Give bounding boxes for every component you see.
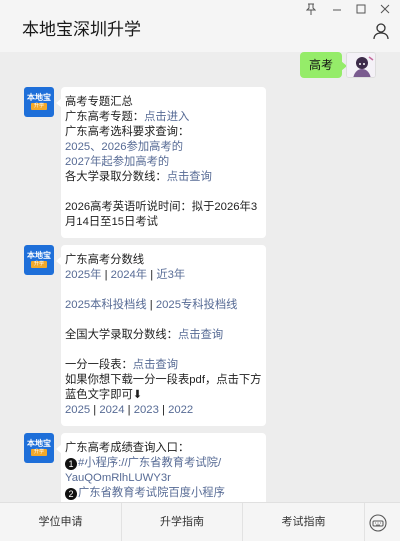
message-text: | [90, 404, 100, 416]
message-link[interactable]: 2025本科投档线 [65, 299, 147, 311]
chat-title: 本地宝深圳升学 [22, 20, 141, 39]
message-text: 全国大学录取分数线： [65, 329, 178, 341]
message-line: 广东高考分数线 [65, 253, 266, 268]
message-link[interactable]: 2024 [99, 404, 124, 416]
message-link[interactable]: #小程序://广东省教育考试院/ [78, 457, 221, 469]
message-link[interactable]: 2023 [134, 404, 159, 416]
message-text: 广东高考专题： [65, 111, 145, 123]
chat-area[interactable]: 高考 本地宝 升学 高考专题汇总 广东高考专题：点击进入 广东高考选科要求查询： 20… [0, 52, 400, 502]
message-link[interactable]: 2025、2026参加高考的 [65, 141, 183, 153]
message-line: 全国大学录取分数线：点击查询 [65, 328, 266, 343]
message-bubble[interactable]: 广东高考成绩查询入口： 1 #小程序://广东省教育考试院/YauQOmRlhLUW… [61, 433, 266, 502]
sent-message-bubble[interactable]: 高考 [299, 52, 342, 78]
message-text: 广东高考选科要求查询： [65, 126, 190, 138]
message-link[interactable]: YauQOmRlhLUWY3r [65, 472, 171, 484]
keyboard-toggle-icon[interactable] [368, 513, 388, 533]
message-text: 广东高考分数线 [65, 254, 145, 266]
menu-item-admission-guide[interactable]: 升学指南 [122, 503, 242, 541]
message-text: 广东高考成绩查询入口： [65, 442, 190, 454]
message-line: 广东高考成绩查询入口： [65, 441, 266, 456]
message-line: 各大学录取分数线：点击查询 [65, 170, 266, 185]
close-icon[interactable] [374, 2, 396, 20]
message-line: YauQOmRlhLUWY3r [65, 471, 266, 486]
message-line: 如果你想下载一分一段表pdf，点击下方 [65, 373, 266, 388]
bottom-menu: 学位申请 升学指南 考试指南 [0, 502, 400, 541]
message-link[interactable]: 2027年起参加高考的 [65, 156, 169, 168]
menu-item-exam-guide[interactable]: 考试指南 [243, 503, 364, 541]
number-badge-icon: 1 [65, 458, 77, 470]
menu-item-degree-application[interactable]: 学位申请 [0, 503, 121, 541]
message-link[interactable]: 2025年 [65, 269, 101, 281]
message-line: 2027年起参加高考的 [65, 155, 266, 170]
maximize-icon[interactable] [350, 2, 372, 20]
message-line: 2025本科投档线 | 2025专科投档线 [65, 298, 266, 313]
user-avatar[interactable] [346, 52, 376, 78]
bot-avatar[interactable]: 本地宝 升学 [24, 87, 54, 117]
message-bubble[interactable]: 高考专题汇总 广东高考专题：点击进入 广东高考选科要求查询： 2025、2026参加高… [61, 87, 266, 238]
message-text: 2026高考英语听说时间：拟于2026年3 [65, 201, 258, 213]
message-link[interactable]: 点击查询 [178, 329, 223, 341]
message-link[interactable]: 2024年 [111, 269, 147, 281]
message-text: 蓝色文字即可⬇ [65, 389, 143, 401]
message-text: 一分一段表： [65, 359, 133, 371]
message-link[interactable]: 近3年 [156, 269, 185, 281]
pin-icon[interactable] [300, 2, 322, 20]
message-text: | [158, 404, 169, 416]
bot-avatar[interactable]: 本地宝 升学 [24, 433, 54, 463]
message-text: | [101, 269, 111, 281]
message-line: 蓝色文字即可⬇ [65, 388, 266, 403]
message-line: 2025年 | 2024年 | 近3年 [65, 268, 266, 283]
message-text: 月14日至15日考试 [65, 216, 158, 228]
bot-avatar[interactable]: 本地宝 升学 [24, 245, 54, 275]
minimize-icon[interactable] [326, 2, 348, 20]
title-bar: 本地宝深圳升学 [0, 0, 400, 52]
message-line: 广东高考专题：点击进入 [65, 110, 266, 125]
message-link[interactable]: 2022 [168, 404, 193, 416]
message-link[interactable]: 2025 [65, 404, 90, 416]
message-text: | [146, 299, 156, 311]
message-link[interactable]: 点击查询 [167, 171, 212, 183]
message-line: 一分一段表：点击查询 [65, 358, 266, 373]
message-line: 2025、2026参加高考的 [65, 140, 266, 155]
message-text: 如果你想下载一分一段表pdf，点击下方 [65, 374, 262, 386]
message-line: 广东高考选科要求查询： [65, 125, 266, 140]
message-link[interactable]: 点击查询 [133, 359, 178, 371]
message-line: 2025 | 2024 | 2023 | 2022 [65, 403, 266, 418]
message-text: 高考专题汇总 [65, 96, 133, 108]
number-badge-icon: 2 [65, 488, 77, 500]
menu-divider [364, 503, 365, 541]
profile-icon[interactable] [372, 22, 390, 40]
message-line: 2026高考英语听说时间：拟于2026年3 [65, 200, 266, 215]
message-line: 月14日至15日考试 [65, 215, 266, 230]
sent-message-text: 高考 [308, 58, 333, 72]
message-line: 2 广东省教育考试院百度小程序 [65, 486, 266, 501]
message-link[interactable]: 广东省教育考试院百度小程序 [78, 487, 225, 499]
message-bubble[interactable]: 广东高考分数线 2025年 | 2024年 | 近3年 2025本科投档线 | 20… [61, 245, 266, 426]
message-link[interactable]: 点击进入 [144, 111, 189, 123]
message-text: | [124, 404, 134, 416]
message-line: 1 #小程序://广东省教育考试院/ [65, 456, 266, 471]
message-link[interactable]: 2025专科投档线 [156, 299, 238, 311]
message-text: 各大学录取分数线： [65, 171, 167, 183]
message-line: 高考专题汇总 [65, 95, 266, 110]
message-text: | [147, 269, 157, 281]
